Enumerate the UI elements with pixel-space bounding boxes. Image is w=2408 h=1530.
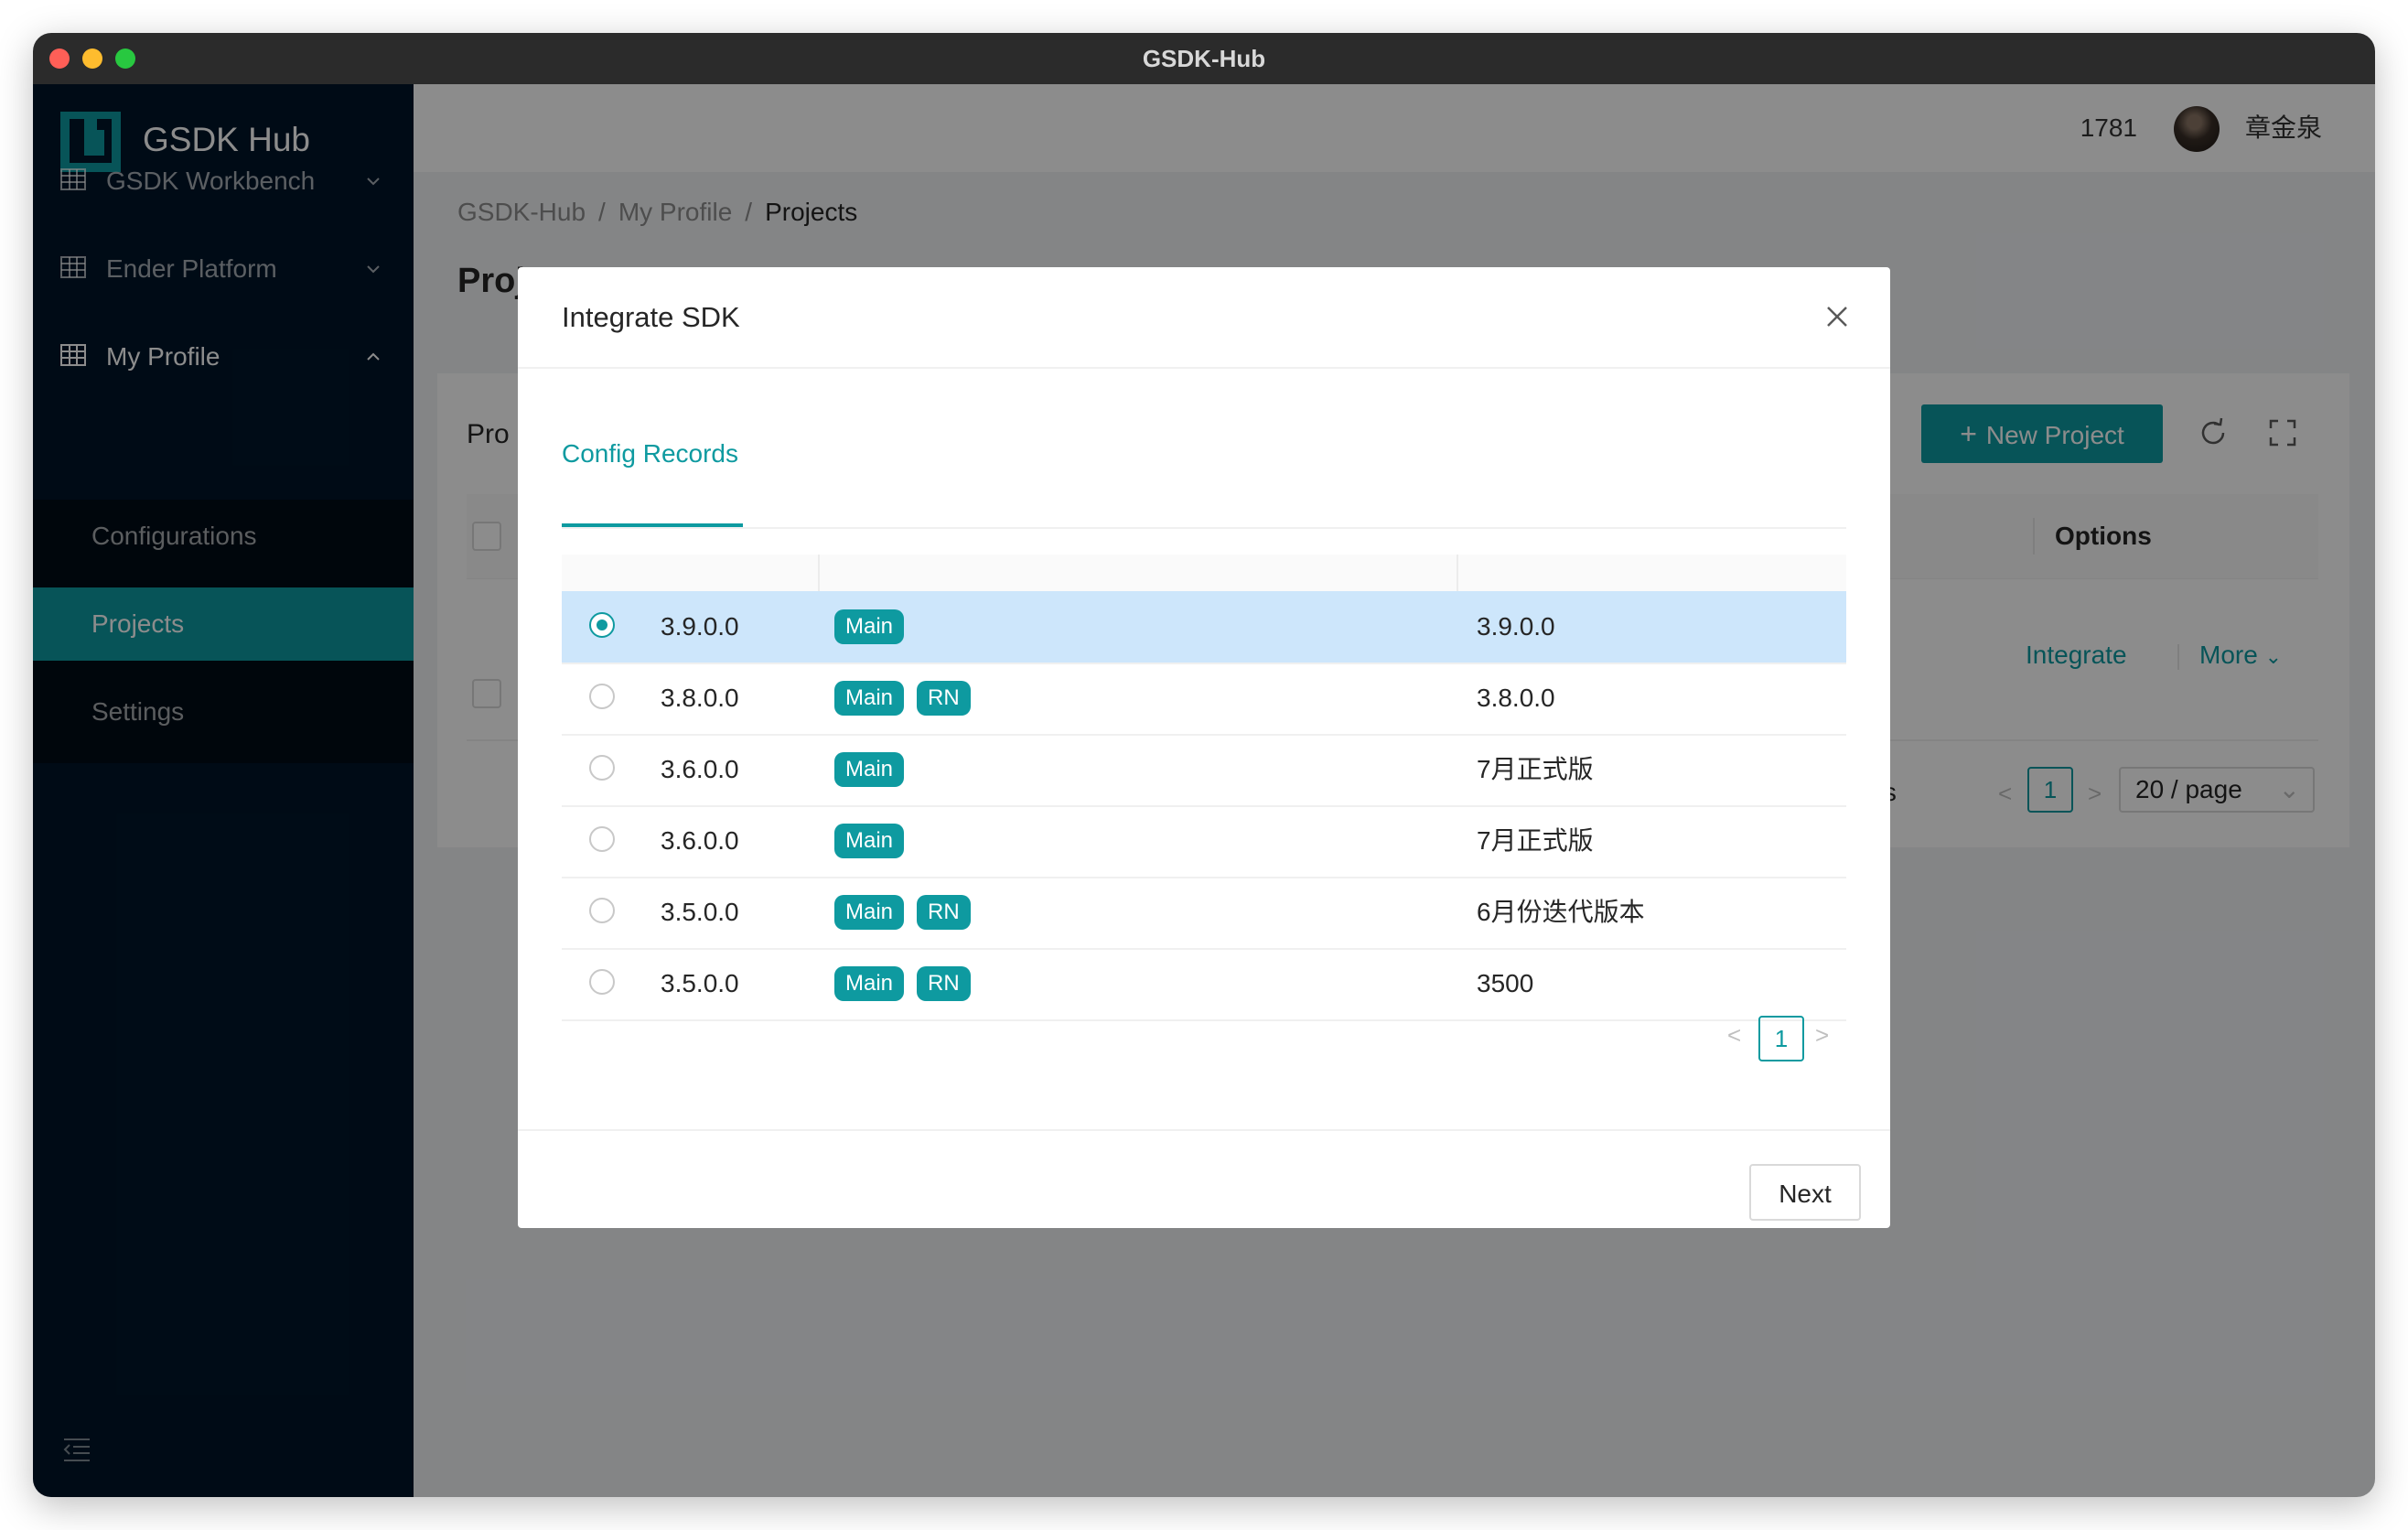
tag-main: Main bbox=[834, 824, 905, 858]
tab-config-records[interactable]: Config Records bbox=[562, 439, 738, 469]
table-row[interactable]: 3.5.0.0 Main RN 6月份迭代版本 bbox=[562, 877, 1846, 950]
tag-main: Main bbox=[834, 609, 905, 644]
tag-main: Main bbox=[834, 681, 905, 716]
row-version: 3.8.0.0 bbox=[661, 684, 739, 712]
row-version: 3.6.0.0 bbox=[661, 826, 739, 855]
tag-main: Main bbox=[834, 895, 905, 930]
records-table-header bbox=[562, 555, 1846, 591]
row-version: 3.9.0.0 bbox=[661, 612, 739, 641]
row-description: 3.9.0.0 bbox=[1477, 612, 1555, 641]
row-tags: Main bbox=[834, 609, 917, 646]
integrate-sdk-modal: Integrate SDK Config Records 3.9.0.0 Mai… bbox=[518, 267, 1890, 1228]
modal-header-divider bbox=[518, 367, 1890, 369]
row-tags: Main bbox=[834, 752, 917, 789]
modal-page-1[interactable]: 1 bbox=[1758, 1016, 1804, 1061]
tab-bar-divider bbox=[562, 527, 1846, 529]
column-divider bbox=[1457, 555, 1458, 591]
row-radio[interactable] bbox=[589, 755, 615, 781]
row-description: 3500 bbox=[1477, 969, 1534, 997]
next-page-icon[interactable]: > bbox=[1815, 1021, 1829, 1050]
tag-rn: RN bbox=[917, 681, 971, 716]
next-button[interactable]: Next bbox=[1749, 1164, 1861, 1221]
row-description: 3.8.0.0 bbox=[1477, 684, 1555, 712]
row-tags: Main RN bbox=[834, 895, 984, 932]
row-tags: Main RN bbox=[834, 966, 984, 1003]
row-radio[interactable] bbox=[589, 684, 615, 709]
tag-main: Main bbox=[834, 752, 905, 787]
row-description: 7月正式版 bbox=[1477, 826, 1594, 855]
table-row[interactable]: 3.6.0.0 Main 7月正式版 bbox=[562, 734, 1846, 807]
table-row[interactable]: 3.8.0.0 Main RN 3.8.0.0 bbox=[562, 663, 1846, 736]
tag-rn: RN bbox=[917, 966, 971, 1001]
window-title: GSDK-Hub bbox=[1142, 45, 1266, 72]
prev-page-icon[interactable]: < bbox=[1727, 1021, 1741, 1050]
table-row[interactable]: 3.6.0.0 Main 7月正式版 bbox=[562, 805, 1846, 878]
row-radio[interactable] bbox=[589, 898, 615, 923]
row-version: 3.5.0.0 bbox=[661, 969, 739, 997]
tag-main: Main bbox=[834, 966, 905, 1001]
row-description: 7月正式版 bbox=[1477, 755, 1594, 783]
row-tags: Main bbox=[834, 824, 917, 860]
modal-footer-divider bbox=[518, 1129, 1890, 1131]
row-tags: Main RN bbox=[834, 681, 984, 717]
modal-title: Integrate SDK bbox=[562, 301, 740, 333]
table-row[interactable]: 3.9.0.0 Main 3.9.0.0 bbox=[562, 591, 1846, 664]
close-icon[interactable] bbox=[1824, 304, 1850, 329]
title-bar: GSDK-Hub bbox=[33, 33, 2375, 84]
tag-rn: RN bbox=[917, 895, 971, 930]
row-version: 3.5.0.0 bbox=[661, 898, 739, 926]
row-radio[interactable] bbox=[589, 969, 615, 995]
row-radio[interactable] bbox=[589, 612, 615, 638]
row-version: 3.6.0.0 bbox=[661, 755, 739, 783]
row-description: 6月份迭代版本 bbox=[1477, 898, 1645, 926]
table-row[interactable]: 3.5.0.0 Main RN 3500 bbox=[562, 948, 1846, 1021]
column-divider bbox=[818, 555, 820, 591]
row-radio[interactable] bbox=[589, 826, 615, 852]
